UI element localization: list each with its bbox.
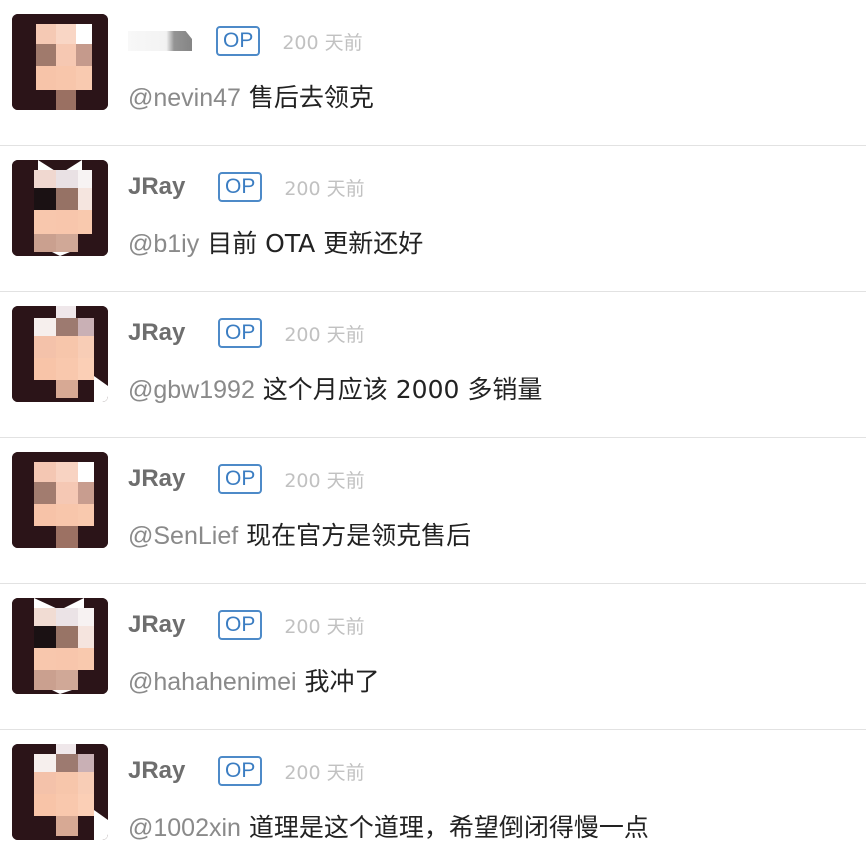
mention-link[interactable]: @nevin47 [128,84,241,112]
username-link[interactable]: JRay [128,465,194,493]
comment-text: 这个月应该 2000 多销量 [254,375,543,404]
comment-body: @1002xin 道理是这个道理，希望倒闭得慢一点 [128,808,649,844]
op-badge: OP [218,172,263,202]
op-badge: OP [218,610,263,640]
username-link[interactable]: JRay [128,319,194,347]
comment-text: 道理是这个道理，希望倒闭得慢一点 [240,813,649,842]
comment-meta: JRay OP 200 天前 [128,754,365,788]
user-avatar[interactable] [12,160,108,256]
comment-meta: OP 200 天前 [128,24,363,58]
pixelated-avatar-icon [12,744,108,840]
mention-link[interactable]: @hahahenimei [128,668,297,696]
op-badge: OP [218,318,263,348]
comment-text: 我冲了 [296,667,380,696]
pixelated-avatar-icon [12,452,108,548]
pixelated-avatar-icon [12,160,108,256]
op-badge: OP [218,464,263,494]
mention-link[interactable]: @1002xin [128,814,241,842]
username-link[interactable] [128,31,192,51]
comment-text: 目前 OTA 更新还好 [199,229,424,258]
comment-item: JRay OP 200 天前 @b1iy 目前 OTA 更新还好 [0,146,866,292]
comment-time: 200 天前 [284,615,365,638]
comment-time: 200 天前 [284,761,365,784]
comment-meta: JRay OP 200 天前 [128,316,365,350]
comment-meta: JRay OP 200 天前 [128,170,365,204]
op-badge: OP [216,26,261,56]
comment-list: OP 200 天前 @nevin47 售后去领克 JRay OP 200 天前 … [0,0,866,858]
comment-item: JRay OP 200 天前 @1002xin 道理是这个道理，希望倒闭得慢一点 [0,730,866,858]
comment-item: JRay OP 200 天前 @hahahenimei 我冲了 [0,584,866,730]
pixelated-avatar-icon [12,14,108,110]
comment-body: @nevin47 售后去领克 [128,78,374,114]
username-link[interactable]: JRay [128,757,194,785]
username-link[interactable]: JRay [128,173,194,201]
comment-item: OP 200 天前 @nevin47 售后去领克 [0,0,866,146]
comment-text: 现在官方是领克售后 [238,521,472,550]
comment-meta: JRay OP 200 天前 [128,608,365,642]
user-avatar[interactable] [12,14,108,110]
pixelated-avatar-icon [12,306,108,402]
mention-link[interactable]: @SenLief [128,522,238,550]
comment-body: @SenLief 现在官方是领克售后 [128,516,471,552]
comment-time: 200 天前 [282,31,363,54]
mention-link[interactable]: @b1iy [128,230,199,258]
comment-body: @gbw1992 这个月应该 2000 多销量 [128,370,542,406]
user-avatar[interactable] [12,306,108,402]
user-avatar[interactable] [12,744,108,840]
comment-body: @b1iy 目前 OTA 更新还好 [128,224,423,260]
comment-time: 200 天前 [284,177,365,200]
comment-meta: JRay OP 200 天前 [128,462,365,496]
comment-body: @hahahenimei 我冲了 [128,662,380,698]
comment-item: JRay OP 200 天前 @SenLief 现在官方是领克售后 [0,438,866,584]
comment-time: 200 天前 [284,323,365,346]
op-badge: OP [218,756,263,786]
username-link[interactable]: JRay [128,611,194,639]
comment-time: 200 天前 [284,469,365,492]
user-avatar[interactable] [12,452,108,548]
mention-link[interactable]: @gbw1992 [128,376,255,404]
comment-item: JRay OP 200 天前 @gbw1992 这个月应该 2000 多销量 [0,292,866,438]
pixelated-avatar-icon [12,598,108,694]
user-avatar[interactable] [12,598,108,694]
comment-text: 售后去领克 [240,83,374,112]
